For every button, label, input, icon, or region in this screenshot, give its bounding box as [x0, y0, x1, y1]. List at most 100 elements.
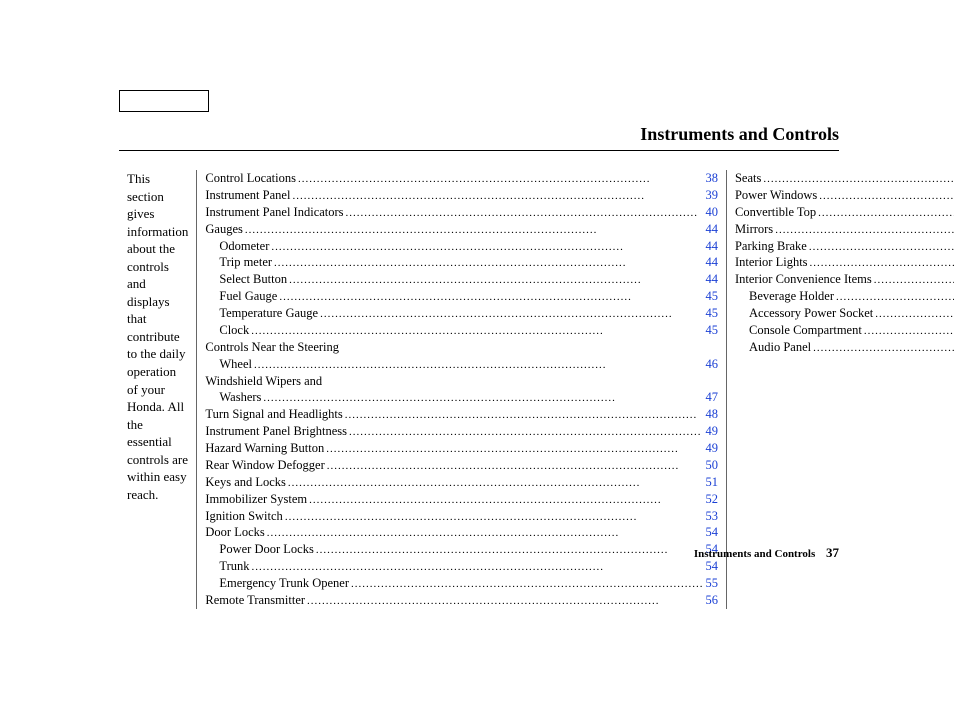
toc-entry: Fuel Gauge 45 [205, 288, 718, 305]
toc-page-link[interactable]: 46 [705, 356, 718, 373]
toc-entry: Hazard Warning Button49 [205, 440, 718, 457]
toc-leader-dots [834, 290, 954, 305]
toc-label: Keys and Locks [205, 474, 286, 491]
toc-entry: Instrument Panel Brightness 49 [205, 423, 718, 440]
toc-label: Trunk [219, 558, 249, 575]
toc-page-link[interactable]: 44 [705, 221, 718, 238]
toc-entry: Trip meter44 [205, 254, 718, 271]
toc-page-link[interactable]: 45 [705, 288, 718, 305]
toc-leader-dots [347, 425, 705, 440]
toc-entry-continuation: Washers 47 [205, 389, 718, 406]
toc-entry: Convertible Top61 [735, 204, 954, 221]
toc-label: Console Compartment [749, 322, 862, 339]
intro-text: This section gives information about the… [127, 170, 188, 503]
column-toc-1: Control Locations38Instrument Panel39Ins… [197, 170, 727, 609]
toc-leader-dots [817, 189, 954, 204]
toc-leader-dots [872, 273, 954, 288]
toc-entry-continuation: Wheel 46 [205, 356, 718, 373]
toc-page-link[interactable]: 39 [705, 187, 718, 204]
toc-label: Instrument Panel Brightness [205, 423, 347, 440]
header-placeholder-box [119, 90, 209, 112]
toc-entry: Instrument Panel Indicators40 [205, 204, 718, 221]
toc-entry: Accessory Power Socket70 [735, 305, 954, 322]
footer-section-label: Instruments and Controls [694, 548, 815, 560]
toc-entry: Control Locations 38 [205, 170, 718, 187]
toc-leader-dots [272, 256, 705, 271]
toc-leader-dots [318, 307, 705, 322]
toc-leader-dots [343, 408, 706, 423]
toc-label: Immobilizer System [205, 491, 307, 508]
toc-label: Accessory Power Socket [749, 305, 873, 322]
toc-label: Remote Transmitter [205, 592, 305, 609]
toc-page-link[interactable]: 52 [705, 491, 718, 508]
toc-label: Rear Window Defogger [205, 457, 324, 474]
toc-page-link[interactable]: 50 [705, 457, 718, 474]
toc-label: Temperature Gauge [219, 305, 318, 322]
toc-page-link[interactable]: 45 [705, 322, 718, 339]
toc-page-link[interactable]: 56 [705, 592, 718, 609]
toc-entry: Trunk54 [205, 558, 718, 575]
toc-leader-dots [807, 240, 954, 255]
toc-entry: Temperature Gauge 45 [205, 305, 718, 322]
toc-leader-dots [808, 256, 954, 271]
toc-leader-dots [243, 223, 706, 238]
title-rule [119, 150, 839, 151]
toc-label: Control Locations [205, 170, 296, 187]
toc-leader-dots [290, 189, 705, 204]
toc-leader-dots [811, 341, 954, 356]
toc-entry: Mirrors66 [735, 221, 954, 238]
toc-leader-dots [283, 510, 706, 525]
toc-page-link[interactable]: 40 [705, 204, 718, 221]
toc-page-link[interactable]: 53 [705, 508, 718, 525]
toc-label-cont: Wheel [205, 356, 252, 373]
toc-leader-dots [305, 594, 705, 609]
toc-label-cont: Washers [205, 389, 261, 406]
toc-page-link[interactable]: 51 [705, 474, 718, 491]
toc-entry: Door Locks54 [205, 524, 718, 541]
toc-page-link[interactable]: 47 [705, 389, 718, 406]
toc-label: Turn Signal and Headlights [205, 406, 342, 423]
toc-page-link[interactable]: 49 [705, 423, 718, 440]
toc-page-link[interactable]: 49 [705, 440, 718, 457]
toc-leader-dots [261, 391, 705, 406]
column-intro: This section gives information about the… [119, 170, 197, 609]
toc-entry: Emergency Trunk Opener 55 [205, 575, 718, 592]
footer-page-number: 37 [826, 545, 839, 560]
toc-leader-dots [286, 476, 706, 491]
toc-page-link[interactable]: 44 [705, 254, 718, 271]
toc-entry: Interior Convenience Items69 [735, 271, 954, 288]
toc-page-link[interactable]: 54 [705, 524, 718, 541]
toc-entry: Select Button44 [205, 271, 718, 288]
toc-entry: Seats58 [735, 170, 954, 187]
toc-label: Power Windows [735, 187, 817, 204]
toc-page-link[interactable]: 45 [705, 305, 718, 322]
toc-page-link[interactable]: 48 [705, 406, 718, 423]
toc-label: Emergency Trunk Opener [219, 575, 349, 592]
toc-label: Interior Convenience Items [735, 271, 872, 288]
section-title: Instruments and Controls [640, 124, 839, 145]
toc-page-link[interactable]: 38 [705, 170, 718, 187]
toc-page-link[interactable]: 44 [705, 238, 718, 255]
toc-leader-dots [314, 543, 706, 558]
toc-label: Audio Panel [749, 339, 811, 356]
toc-entry: Audio Panel71 [735, 339, 954, 356]
toc-leader-dots [277, 290, 705, 305]
toc-label: Beverage Holder [749, 288, 834, 305]
toc-label: Interior Lights [735, 254, 808, 271]
toc-leader-dots [349, 577, 706, 592]
toc-label: Convertible Top [735, 204, 816, 221]
toc-entry: Beverage Holder70 [735, 288, 954, 305]
toc-entry: Turn Signal and Headlights 48 [205, 406, 718, 423]
toc-label: Parking Brake [735, 238, 807, 255]
toc-page-link[interactable]: 44 [705, 271, 718, 288]
toc-label: Fuel Gauge [219, 288, 277, 305]
toc-entry: Ignition Switch 53 [205, 508, 718, 525]
toc-page-link[interactable]: 55 [705, 575, 718, 592]
toc-entry: Parking Brake67 [735, 238, 954, 255]
toc-entry: Instrument Panel39 [205, 187, 718, 204]
toc-label: Ignition Switch [205, 508, 282, 525]
toc-leader-dots [287, 273, 705, 288]
toc-entry: Power Door Locks54 [205, 541, 718, 558]
toc-leader-dots [325, 459, 706, 474]
toc-label: Clock [219, 322, 249, 339]
